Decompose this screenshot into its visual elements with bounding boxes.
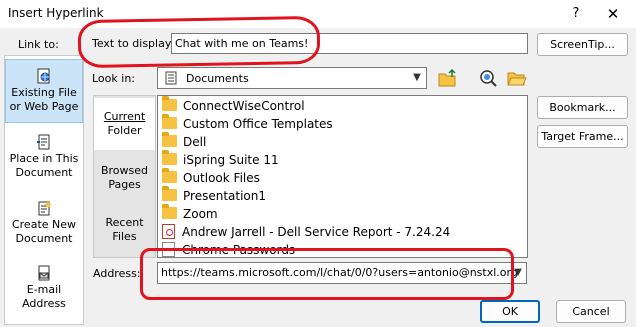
chevron-down-icon[interactable]: ▼	[410, 70, 424, 86]
list-item[interactable]: Zoom	[162, 204, 218, 223]
recent-files-label-1: Recent	[105, 216, 144, 229]
nav-browsed-pages[interactable]: Browsed Pages	[94, 152, 155, 204]
browse-web-button[interactable]	[477, 67, 499, 89]
place-in-document-label-1: Place in This	[9, 152, 79, 165]
nav-current-folder[interactable]: Current Folder	[94, 98, 155, 150]
create-new-label-2: Document	[15, 232, 73, 245]
list-item[interactable]: iSpring Suite 11	[162, 150, 279, 169]
cancel-button[interactable]: Cancel	[556, 300, 626, 323]
email-icon	[36, 265, 52, 281]
help-button[interactable]: ?	[565, 3, 587, 25]
document-place-icon	[36, 134, 52, 150]
file-name: Dell	[183, 135, 207, 149]
browse-file-button[interactable]	[505, 67, 527, 89]
look-in-dropdown[interactable]: Documents ▼	[157, 67, 427, 89]
file-name: Outlook Files	[183, 171, 260, 185]
look-in-nav-panel: Current Folder Browsed Pages Recent File…	[93, 95, 156, 258]
address-label: Address:	[93, 267, 141, 280]
close-button[interactable]: ✕	[600, 3, 626, 25]
link-to-create-new-document[interactable]: Create New Document	[5, 198, 83, 258]
link-to-existing-file[interactable]: Existing File or Web Page	[5, 59, 83, 123]
file-name: Andrew Jarrell - Dell Service Report - 7…	[182, 225, 451, 239]
file-name: Custom Office Templates	[183, 117, 333, 131]
web-page-icon	[36, 68, 52, 84]
current-folder-label-1: Current	[103, 110, 146, 123]
list-item[interactable]: Custom Office Templates	[162, 114, 333, 133]
folder-icon	[162, 186, 177, 201]
look-in-label: Look in:	[92, 72, 135, 85]
folder-icon	[162, 132, 177, 147]
list-item[interactable]: Andrew Jarrell - Dell Service Report - 7…	[162, 223, 450, 241]
recent-files-label-2: Files	[112, 230, 137, 243]
annotation-box-address	[140, 248, 514, 300]
ok-button[interactable]: OK	[480, 300, 540, 323]
pdf-icon	[162, 224, 175, 239]
create-new-label-1: Create New	[11, 218, 77, 231]
file-name: ConnectWiseControl	[183, 99, 305, 113]
browsed-pages-label-2: Pages	[108, 178, 141, 191]
target-frame-button[interactable]: Target Frame...	[537, 125, 628, 148]
folder-icon	[162, 150, 177, 165]
file-name: iSpring Suite 11	[183, 153, 279, 167]
file-name: Zoom	[183, 207, 218, 221]
screentip-button[interactable]: ScreenTip...	[537, 33, 628, 56]
folder-icon	[162, 96, 177, 111]
list-item[interactable]: Dell	[162, 132, 207, 151]
file-list[interactable]: ConnectWiseControl Custom Office Templat…	[157, 95, 528, 258]
folder-icon	[162, 168, 177, 183]
bookmark-button[interactable]: Bookmark...	[537, 96, 628, 119]
link-to-sidebar: Existing File or Web Page Place in This …	[4, 55, 84, 325]
browsed-pages-label-1: Browsed	[100, 164, 149, 177]
list-item[interactable]: Presentation1	[162, 186, 266, 205]
list-item[interactable]: ConnectWiseControl	[162, 96, 305, 115]
link-to-email-address[interactable]: E-mail Address	[5, 263, 83, 323]
look-in-value: Documents	[186, 72, 249, 85]
window-title: Insert Hyperlink	[8, 6, 104, 20]
folder-icon	[162, 114, 177, 129]
email-label-1: E-mail	[26, 283, 62, 296]
up-one-folder-button[interactable]	[436, 67, 458, 89]
existing-file-label-2: or Web Page	[9, 100, 79, 113]
current-folder-label-2: Folder	[107, 124, 142, 137]
new-document-icon	[36, 200, 52, 216]
existing-file-label-1: Existing File	[11, 86, 77, 99]
documents-folder-icon	[164, 71, 178, 85]
place-in-document-label-2: Document	[15, 166, 73, 179]
email-label-2: Address	[22, 297, 66, 310]
folder-icon	[162, 204, 177, 219]
list-item[interactable]: Outlook Files	[162, 168, 260, 187]
link-to-place-in-document[interactable]: Place in This Document	[5, 132, 83, 192]
file-name: Presentation1	[183, 189, 266, 203]
annotation-circle-text-to-display	[77, 15, 321, 69]
link-to-label: Link to:	[18, 38, 59, 51]
